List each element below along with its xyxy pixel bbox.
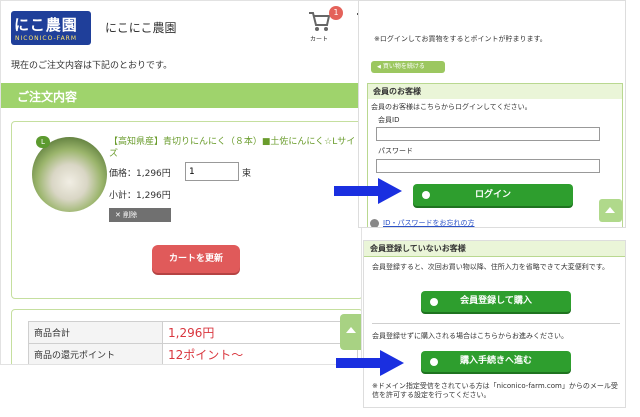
- subtotal-label: 小計：1,296円: [109, 191, 171, 201]
- proceed-button-label: 購入手続きへ進む: [459, 356, 532, 366]
- guest-panel: 会員登録していないお客様 会員登録すると、次回お買い物以降、住所入力を省略できて…: [363, 240, 626, 408]
- scroll-top-button[interactable]: [340, 314, 361, 350]
- password-field[interactable]: [376, 159, 600, 173]
- continue-shopping-button[interactable]: 買い物を続ける: [371, 61, 445, 73]
- size-badge: L: [36, 136, 50, 148]
- member-title: 会員のお客様: [368, 84, 622, 99]
- register-button-label: 会員登録して購入: [460, 296, 532, 306]
- chevron-right-icon: [430, 298, 438, 306]
- logo-text: にこ農園: [14, 16, 78, 34]
- summary-table: 商品合計 1,296円 商品の還元ポイント 12ポイント〜: [28, 321, 358, 364]
- forgot-link[interactable]: ID・パスワードをお忘れの方: [370, 218, 475, 227]
- order-summary: 商品合計 1,296円 商品の還元ポイント 12ポイント〜: [11, 309, 361, 364]
- register-button[interactable]: 会員登録して購入: [421, 291, 571, 312]
- summary-value: 1,296円: [162, 321, 358, 344]
- arrow-right-icon: [334, 178, 402, 204]
- site-header: にこ農園 NICONICO-FARM にこにこ農園 1 カート: [1, 1, 361, 49]
- cart-count-badge: 1: [329, 6, 343, 20]
- logo-subtext: NICONICO-FARM: [15, 35, 78, 42]
- price-label: 価格：1,296円: [109, 169, 171, 179]
- cart-item: L 【高知県産】青切りにんにく（８本）■土佐にんにく☆Lサイズ 価格：1,296…: [11, 121, 361, 299]
- login-button-label: ログイン: [474, 190, 511, 200]
- table-row: 商品合計 1,296円: [28, 321, 358, 344]
- divider: [372, 323, 620, 324]
- member-text: 会員のお客様はこちらからログインしてください。: [371, 103, 532, 111]
- member-id-label: 会員ID: [378, 116, 400, 124]
- forgot-link-label: ID・パスワードをお忘れの方: [383, 219, 475, 227]
- register-description: 会員登録すると、次回お買い物以降、住所入力を省略できて大変便利です。: [372, 263, 610, 271]
- product-image[interactable]: [32, 137, 107, 212]
- arrow-right-icon: [336, 350, 404, 376]
- member-id-field[interactable]: [376, 127, 600, 141]
- chevron-right-icon: [422, 191, 430, 199]
- summary-label: 商品の還元ポイント: [28, 343, 163, 364]
- section-header: ご注文内容: [1, 83, 361, 108]
- section-title: ご注文内容: [17, 90, 78, 104]
- guest-note: 会員登録せずに購入される場合はこちらからお進みください。: [372, 332, 568, 340]
- points-notice: ※ログインしてお買物をするとポイントが貯まります。: [374, 35, 547, 43]
- member-login-box: 会員のお客様 会員のお客様はこちらからログインしてください。 会員ID パスワー…: [367, 83, 623, 227]
- summary-label: 商品合計: [28, 321, 163, 344]
- cart-icon[interactable]: [307, 9, 331, 33]
- scroll-top-button[interactable]: [599, 199, 622, 222]
- intro-text: 現在のご注文内容は下記のとおりです。: [11, 61, 173, 71]
- table-row: 商品の還元ポイント 12ポイント〜: [28, 343, 358, 364]
- cart-label[interactable]: カート: [310, 34, 328, 43]
- summary-value: 12ポイント〜: [162, 343, 358, 364]
- chevron-right-icon: [430, 358, 438, 366]
- update-cart-button[interactable]: カートを更新: [152, 245, 240, 273]
- quantity-unit: 束: [242, 169, 252, 179]
- domain-note: ※ドメイン指定受信をされている方は「niconico-farm.com」からのメ…: [372, 382, 618, 399]
- quantity-input[interactable]: [185, 162, 239, 181]
- login-button[interactable]: ログイン: [413, 184, 573, 206]
- delete-button[interactable]: ✕ 削除: [109, 208, 171, 222]
- shop-name: にこにこ農園: [105, 21, 177, 35]
- site-logo[interactable]: にこ農園 NICONICO-FARM: [11, 11, 91, 45]
- guest-title: 会員登録していないお客様: [364, 241, 625, 257]
- product-title-link[interactable]: 【高知県産】青切りにんにく（８本）■土佐にんにく☆Lサイズ: [109, 136, 359, 160]
- password-label: パスワード: [378, 147, 413, 155]
- chevron-right-icon: [370, 218, 379, 227]
- proceed-checkout-button[interactable]: 購入手続きへ進む: [421, 351, 571, 372]
- cart-page: にこ農園 NICONICO-FARM にこにこ農園 1 カート 現在のご注文内容…: [0, 0, 362, 365]
